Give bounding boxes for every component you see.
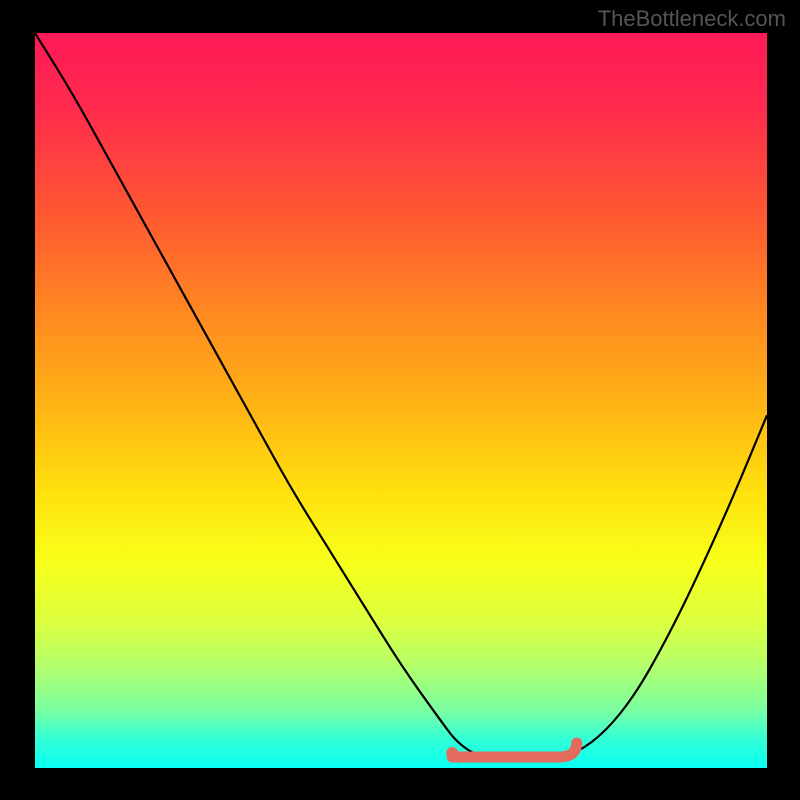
sweet-spot-start-dot bbox=[446, 747, 458, 759]
sweet-spot-band bbox=[452, 743, 576, 757]
chart-svg bbox=[35, 33, 767, 768]
chart-plot-area bbox=[35, 33, 767, 768]
bottleneck-curve bbox=[35, 33, 767, 761]
watermark-text: TheBottleneck.com bbox=[598, 6, 786, 32]
